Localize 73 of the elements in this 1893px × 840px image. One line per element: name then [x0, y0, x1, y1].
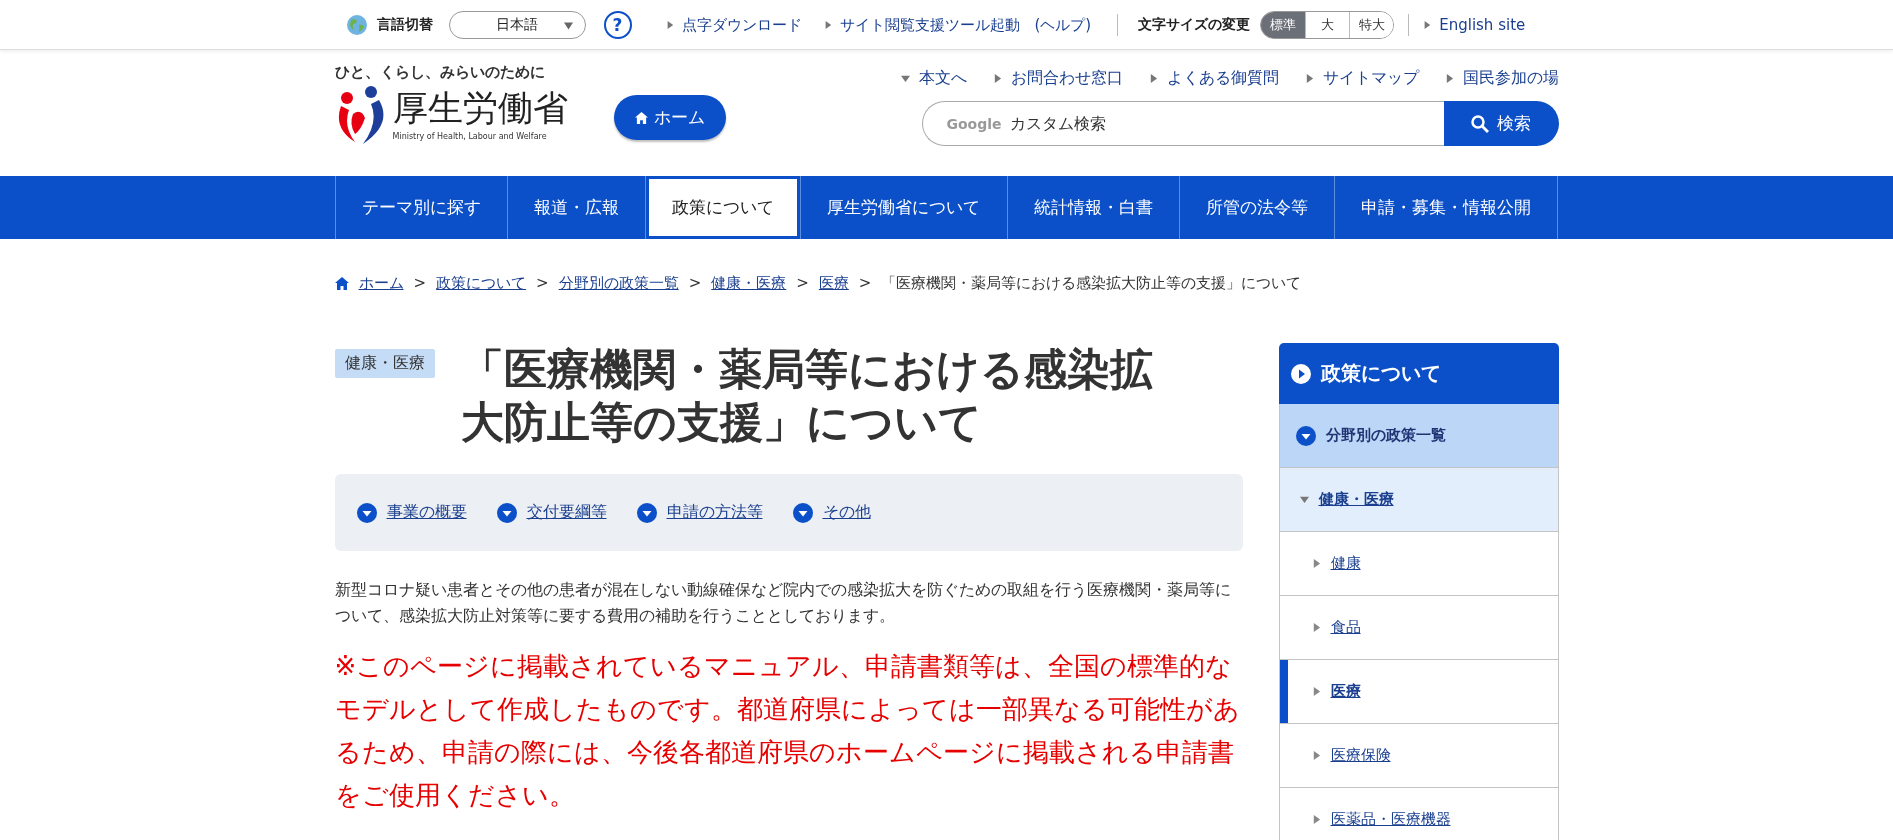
- home-button[interactable]: ホーム: [613, 95, 726, 140]
- header-link[interactable]: 国民参加の場: [1444, 68, 1559, 89]
- sidebar-item[interactable]: 医療保険: [1278, 724, 1559, 788]
- header-link[interactable]: よくある御質問: [1148, 68, 1279, 89]
- breadcrumb-link[interactable]: ホーム: [358, 273, 404, 293]
- caret-icon: [1311, 815, 1321, 824]
- sidebar-title-text: 政策について: [1320, 360, 1441, 387]
- logo-text: 厚生労働省: [392, 89, 568, 128]
- breadcrumb-separator: >: [536, 274, 549, 292]
- nav-tab[interactable]: 所管の法令等: [1179, 176, 1336, 239]
- header-link[interactable]: お問合わせ窓口: [992, 68, 1123, 89]
- tagline: ひと、くらし、みらいのために: [334, 63, 546, 82]
- nav-tab[interactable]: 申請・募集・情報公開: [1335, 176, 1559, 239]
- caret-icon: [1311, 687, 1321, 696]
- breadcrumb-current: 「医療機関・薬局等における感染拡大防止等の支援」について: [881, 273, 1302, 293]
- chevron-down-circle-icon: [496, 502, 517, 523]
- anchor-link[interactable]: 事業の概要: [356, 502, 467, 523]
- caret-icon: [665, 21, 674, 29]
- globe-icon: [346, 15, 367, 35]
- chevron-down-circle-icon: [356, 502, 377, 523]
- caret-icon: [1304, 74, 1314, 83]
- caret-icon: [1444, 74, 1454, 83]
- caret-icon: [992, 74, 1002, 83]
- nav-tab[interactable]: 政策について: [646, 176, 802, 239]
- caret-icon: [1148, 74, 1158, 83]
- sidebar-item[interactable]: 分野別の政策一覧: [1278, 404, 1559, 468]
- breadcrumb-separator: >: [688, 274, 702, 292]
- font-size-button[interactable]: 特大: [1349, 12, 1394, 38]
- top-link[interactable]: 点字ダウンロード: [665, 15, 802, 35]
- caret-icon: [823, 21, 832, 29]
- caret-icon: [1423, 21, 1432, 29]
- breadcrumb-link[interactable]: 医療: [818, 273, 849, 293]
- anchor-link[interactable]: 交付要綱等: [496, 502, 607, 523]
- sidebar-item[interactable]: 医療: [1278, 660, 1559, 724]
- home-icon: [634, 111, 648, 124]
- anchor-link[interactable]: その他: [792, 502, 871, 523]
- breadcrumb-link[interactable]: 健康・医療: [711, 273, 787, 293]
- help-button[interactable]: ?: [603, 11, 632, 39]
- caret-icon: [1311, 623, 1321, 632]
- search-button[interactable]: 検索: [1443, 101, 1559, 146]
- description-text: 新型コロナ疑い患者とその他の患者が混在しない動線確保など院内での感染拡大を防ぐための取組を行う医療機関・薬局等について、感染拡大防止対策等に要する費用の補助を行うこととしております。: [334, 579, 1232, 627]
- breadcrumb-separator: >: [413, 274, 427, 292]
- home-icon: [334, 276, 349, 290]
- sidebar-item[interactable]: 医薬品・医療機器: [1278, 788, 1559, 840]
- breadcrumb-separator: >: [796, 274, 809, 292]
- nav-tab[interactable]: テーマ別に探す: [335, 176, 508, 239]
- breadcrumb-separator: >: [858, 274, 872, 292]
- font-size-label: 文字サイズの変更: [1138, 16, 1251, 34]
- top-link[interactable]: サイト閲覧支援ツール起動 (ヘルプ): [823, 15, 1092, 35]
- breadcrumb-link[interactable]: 政策について: [436, 273, 527, 293]
- search-brand-text: Google: [946, 115, 1002, 132]
- breadcrumb-link[interactable]: 分野別の政策一覧: [558, 273, 679, 293]
- caret-icon: [1311, 559, 1321, 568]
- font-size-button[interactable]: 標準: [1261, 12, 1306, 38]
- english-link[interactable]: English site: [1423, 16, 1526, 34]
- sidebar-item[interactable]: 健康: [1278, 532, 1559, 596]
- nav-tab[interactable]: 統計情報・白書: [1007, 176, 1180, 239]
- category-tag: 健康・医療: [334, 349, 435, 378]
- notice-text: ※このページに掲載されているマニュアル、申請書類等は、全国の標準的なモデルとして作成したものです。都道府県によっては一部異なる可能性があるため、申請の際には、今後各都道府県のホームページに掲載される申請書をご使用ください。: [334, 650, 1241, 812]
- nav-tab[interactable]: 厚生労働省について: [801, 176, 1008, 239]
- chevron-down-circle-icon: [636, 502, 657, 523]
- caret-icon: [900, 74, 910, 83]
- header-link[interactable]: サイトマップ: [1304, 68, 1419, 89]
- anchor-link[interactable]: 申請の方法等: [636, 502, 763, 523]
- language-label: 言語切替: [376, 16, 433, 34]
- header-link[interactable]: 本文へ: [900, 68, 967, 89]
- logo-subtext: Ministry of Health, Labour and Welfare: [392, 131, 548, 141]
- caret-icon: [563, 22, 573, 30]
- page-title: 「医療機関・薬局等における感染拡大防止等の支援」について: [460, 343, 1154, 449]
- caret-icon: [1311, 751, 1321, 760]
- chevron-down-circle-icon: [792, 502, 813, 523]
- search-icon: [1471, 114, 1489, 133]
- chevron-right-circle-icon: [1290, 363, 1311, 384]
